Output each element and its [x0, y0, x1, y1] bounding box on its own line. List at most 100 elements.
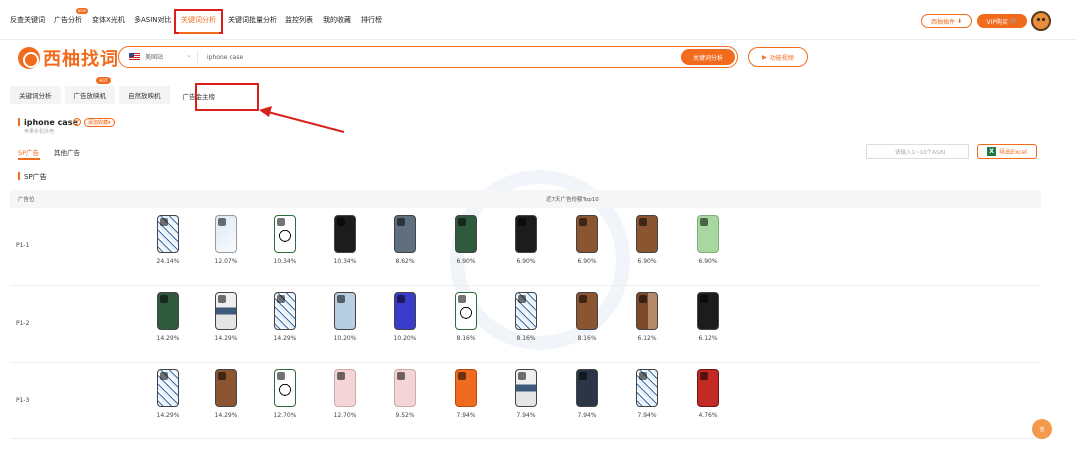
ad-share-percent: 8.16% — [577, 335, 597, 342]
product-thumbnail[interactable] — [455, 292, 477, 330]
chevron-down-icon[interactable]: ⌄ — [186, 51, 192, 59]
add-icon[interactable]: + — [73, 118, 81, 126]
nav-rankings[interactable]: 排行榜 — [361, 15, 382, 25]
ad-share-percent: 6.12% — [637, 335, 657, 342]
table-header: 广告位 近7天广告份额Top10 — [10, 190, 1041, 208]
product-cell[interactable]: 8.16% — [506, 292, 546, 342]
product-thumbnail[interactable] — [274, 292, 296, 330]
product-cell[interactable]: 12.70% — [265, 369, 305, 419]
product-cell[interactable]: 6.12% — [627, 292, 667, 342]
product-cell[interactable]: 10.20% — [325, 292, 365, 342]
product-cell[interactable]: 4.76% — [688, 369, 728, 419]
product-cell[interactable]: 8.16% — [446, 292, 486, 342]
product-thumbnail[interactable] — [274, 369, 296, 407]
search-input[interactable] — [207, 49, 677, 65]
product-cell[interactable]: 14.29% — [148, 369, 188, 419]
product-thumbnail[interactable] — [515, 215, 537, 253]
plugin-button[interactable]: 西柚插件 ⬇ — [921, 14, 972, 28]
subtab-underline — [18, 158, 40, 160]
product-cell[interactable]: 12.07% — [206, 215, 246, 265]
nav-multi-asin[interactable]: 多ASIN对比 — [134, 15, 172, 25]
product-cell[interactable]: 12.70% — [325, 369, 365, 419]
nav-variant-xray[interactable]: 变体X光机 — [92, 15, 125, 25]
product-thumbnail[interactable] — [515, 369, 537, 407]
site-select[interactable]: 美国站 — [145, 52, 163, 61]
tab-sp-ads[interactable]: SP广告 — [18, 147, 39, 157]
product-thumbnail[interactable] — [455, 215, 477, 253]
floating-help-button[interactable]: 咨 — [1032, 419, 1052, 439]
product-thumbnail[interactable] — [334, 292, 356, 330]
product-cell[interactable]: 8.62% — [385, 215, 425, 265]
product-thumbnail[interactable] — [215, 292, 237, 330]
nav-favorites[interactable]: 我的收藏 — [323, 15, 351, 25]
product-thumbnail[interactable] — [515, 292, 537, 330]
ad-share-percent: 8.16% — [516, 335, 536, 342]
product-cell[interactable]: 6.90% — [688, 215, 728, 265]
product-thumbnail[interactable] — [394, 215, 416, 253]
product-cell[interactable]: 7.94% — [627, 369, 667, 419]
product-cell[interactable]: 10.34% — [325, 215, 365, 265]
product-cell[interactable]: 9.52% — [385, 369, 425, 419]
product-cell[interactable]: 7.94% — [506, 369, 546, 419]
vip-button[interactable]: VIP购买 🛒 — [977, 14, 1027, 28]
tab-other-ads[interactable]: 其他广告 — [54, 147, 80, 157]
feature-video-button[interactable]: ▶ 功能视频 — [748, 47, 808, 67]
brand-logo[interactable]: 西柚找词 — [18, 45, 119, 71]
nav-monitor-list[interactable]: 监控列表 — [285, 15, 313, 25]
product-thumbnail[interactable] — [576, 369, 598, 407]
product-cell[interactable]: 14.29% — [265, 292, 305, 342]
add-favorite-button[interactable]: 添加收藏 ▾ — [84, 118, 115, 127]
product-thumbnail[interactable] — [636, 369, 658, 407]
product-cell[interactable]: 14.29% — [206, 369, 246, 419]
nav-reverse-keyword[interactable]: 反查关键词 — [10, 15, 45, 25]
product-cell[interactable]: 6.90% — [567, 215, 607, 265]
us-flag-icon — [129, 53, 140, 61]
product-thumbnail[interactable] — [157, 292, 179, 330]
product-cell[interactable]: 14.29% — [148, 292, 188, 342]
keyword-analysis-button[interactable]: 关键词分析 — [681, 49, 735, 65]
product-thumbnail[interactable] — [697, 215, 719, 253]
tab-keyword-analysis[interactable]: 关键词分析 — [10, 86, 61, 104]
product-thumbnail[interactable] — [394, 369, 416, 407]
product-thumbnail[interactable] — [576, 215, 598, 253]
nav-highlight-box — [174, 9, 223, 34]
ad-share-percent: 14.29% — [156, 412, 180, 419]
keyword-title: iphone case — [24, 118, 78, 127]
product-cell[interactable]: 6.90% — [446, 215, 486, 265]
product-thumbnail[interactable] — [455, 369, 477, 407]
tab-organic-player[interactable]: 自然放映机 — [119, 86, 170, 104]
product-thumbnail[interactable] — [636, 292, 658, 330]
product-cell[interactable]: 6.90% — [627, 215, 667, 265]
product-thumbnail[interactable] — [576, 292, 598, 330]
product-cell[interactable]: 8.16% — [567, 292, 607, 342]
product-cell[interactable]: 7.94% — [567, 369, 607, 419]
product-thumbnail[interactable] — [334, 215, 356, 253]
nav-batch-keyword[interactable]: 关键词批量分析 — [228, 15, 277, 25]
product-thumbnail[interactable] — [157, 369, 179, 407]
product-thumbnail[interactable] — [697, 369, 719, 407]
table-row: P1-3 14.29% 14.29% 12.70% 12.70% 9.52% 7.94% 7.… — [10, 363, 1041, 439]
brand-name: 西柚找词 — [43, 49, 119, 70]
ad-share-percent: 6.12% — [698, 335, 718, 342]
product-cell[interactable]: 10.34% — [265, 215, 305, 265]
product-cell[interactable]: 10.20% — [385, 292, 425, 342]
product-cell[interactable]: 14.29% — [206, 292, 246, 342]
tab-ad-player[interactable]: 广告放映机 HOT — [64, 77, 115, 104]
product-cell[interactable]: 6.90% — [506, 215, 546, 265]
product-thumbnail[interactable] — [697, 292, 719, 330]
product-thumbnail[interactable] — [215, 369, 237, 407]
product-cell[interactable]: 7.94% — [446, 369, 486, 419]
asin-input[interactable]: 请输入1~10个ASIN — [866, 144, 969, 159]
ad-share-percent: 14.29% — [214, 412, 238, 419]
export-excel-button[interactable]: X 导出Excel — [977, 144, 1037, 159]
product-thumbnail[interactable] — [636, 215, 658, 253]
user-avatar[interactable] — [1031, 11, 1051, 31]
product-thumbnail[interactable] — [215, 215, 237, 253]
product-thumbnail[interactable] — [334, 369, 356, 407]
product-cell[interactable]: 6.12% — [688, 292, 728, 342]
product-thumbnail[interactable] — [157, 215, 179, 253]
product-thumbnail[interactable] — [394, 292, 416, 330]
nav-ad-analysis[interactable]: 广告分析 NEW — [54, 8, 88, 25]
product-cell[interactable]: 24.14% — [148, 215, 188, 265]
product-thumbnail[interactable] — [274, 215, 296, 253]
